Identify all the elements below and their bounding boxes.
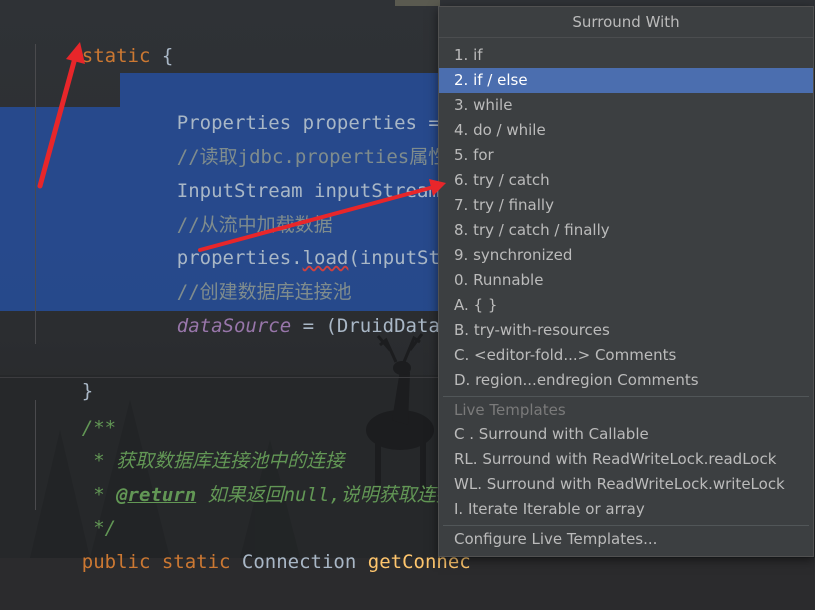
keyword: static (81, 45, 151, 67)
menu-item-editor-fold-comments[interactable]: C. <editor-fold...> Comments (439, 343, 813, 368)
menu-item-synchronized[interactable]: 9. synchronized (439, 243, 813, 268)
menu-item-try-with-resources[interactable]: B. try-with-resources (439, 318, 813, 343)
menu-item-runnable[interactable]: 0. Runnable (439, 268, 813, 293)
code-comment: //从流中加载数据 (131, 177, 333, 236)
code-line: Properties properties = ne (131, 75, 474, 134)
javadoc-line: /** (36, 380, 116, 439)
menu-item-region-comments[interactable]: D. region...endregion Comments (439, 368, 813, 393)
menu-separator (443, 525, 809, 526)
surround-with-popup[interactable]: Surround With 1. if 2. if / else 3. whil… (438, 6, 814, 557)
field-name: dataSource (176, 315, 292, 337)
menu-item-surround-callable[interactable]: C . Surround with Callable (439, 422, 813, 447)
code-line-static: static { (36, 8, 174, 67)
code-line: properties.load(inputStrea (131, 210, 474, 269)
configure-live-templates-link[interactable]: Configure Live Templates... (439, 527, 813, 552)
menu-item-while[interactable]: 3. while (439, 93, 813, 118)
menu-item-braces[interactable]: A. { } (439, 293, 813, 318)
menu-item-for[interactable]: 5. for (439, 143, 813, 168)
code-comment: //读取jdbc.properties属性配 (131, 109, 466, 168)
menu-item-do-while[interactable]: 4. do / while (439, 118, 813, 143)
code-comment: //创建数据库连接池 (131, 244, 352, 303)
menu-separator (443, 396, 809, 397)
popup-title: Surround With (439, 7, 813, 38)
menu-item-try-catch-finally[interactable]: 8. try / catch / finally (439, 218, 813, 243)
menu-item-if-else[interactable]: 2. if / else (439, 68, 813, 93)
javadoc-line: * @return 如果返回null,说明获取连接失 (36, 447, 474, 506)
javadoc-line: * 获取数据库连接池中的连接 (36, 413, 344, 472)
brace: { (150, 45, 174, 67)
javadoc-line: */ (36, 480, 116, 539)
live-templates-header: Live Templates (454, 401, 566, 419)
menu-item-surround-writelock[interactable]: WL. Surround with ReadWriteLock.writeLoc… (439, 472, 813, 497)
menu-item-surround-readlock[interactable]: RL. Surround with ReadWriteLock.readLock (439, 447, 813, 472)
code-line: dataSource = (DruidDataSou (131, 278, 474, 337)
javadoc-tag: @return (116, 484, 197, 506)
menu-item-iterate-iterable[interactable]: I. Iterate Iterable or array (439, 497, 813, 522)
method-signature: public static Connection getConnec (36, 514, 471, 573)
code-line: InputStream inputStream = (131, 143, 474, 202)
method-separator (0, 377, 440, 378)
menu-item-try-catch[interactable]: 6. try / catch (439, 168, 813, 193)
type-name: Connection (241, 551, 368, 573)
keyword: public static (81, 551, 242, 573)
javadoc-text: 如果返回null,说明获取连接失 (196, 484, 474, 506)
menu-item-if[interactable]: 1. if (439, 43, 813, 68)
menu-item-try-finally[interactable]: 7. try / finally (439, 193, 813, 218)
code-line-closing-brace: } (36, 343, 93, 402)
